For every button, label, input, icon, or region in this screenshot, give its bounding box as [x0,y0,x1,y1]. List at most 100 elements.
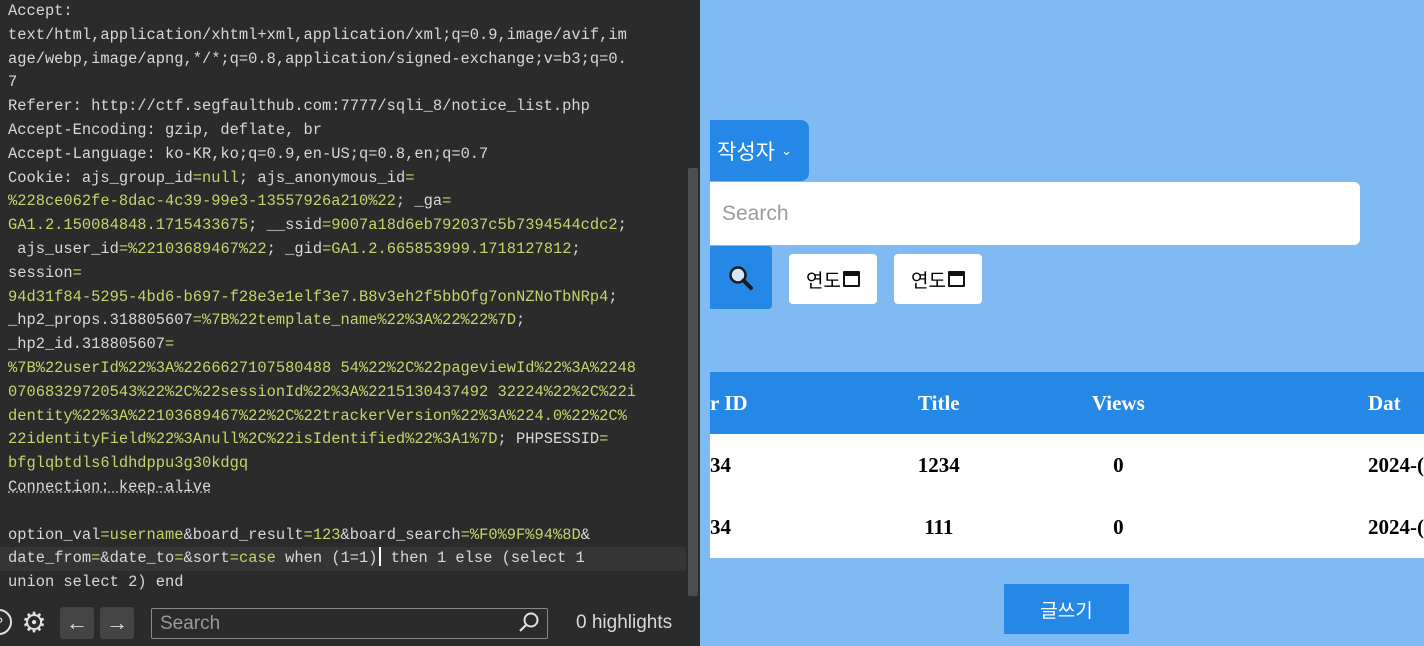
request-token: =username [100,525,184,544]
request-token: = [165,335,175,354]
request-line: _hp2_props.318805607=%7B%22template_name… [8,309,686,333]
request-token: 22identityField%22%3Anull%2C%22isIdentif… [8,430,498,449]
request-token: =123 [303,525,341,544]
cell-author-id: 34 [710,514,731,539]
next-match-button[interactable]: → [100,607,134,639]
request-token: =%22103689467%22 [118,239,267,258]
request-token: bfglqbtdls6ldhdppu3g30kdgq [8,454,249,473]
request-token: & [340,525,350,544]
previous-match-button[interactable]: ← [60,607,94,639]
request-line: 07068329720543%22%2C%22sessionId%22%3A%2… [8,381,686,405]
cell-author-id: 34 [710,452,731,477]
cell-views: 0 [1113,514,1124,539]
request-token: 7 [8,73,18,92]
request-token: =GA1.2.665853999.1718127812 [322,239,572,258]
cell-title[interactable]: 1234 [858,434,1020,496]
request-line: text/html,application/xhtml+xml,applicat… [8,24,686,48]
raw-request-editor[interactable]: Accept: text/html,application/xhtml+xml,a… [0,0,686,600]
author-select-label: 작성자 [717,140,775,164]
request-token: = [442,192,452,211]
table-header-row: r ID Title Views Dat [710,372,1424,434]
request-token: _ga [414,192,443,211]
date-to-input[interactable]: 연도 [894,254,982,304]
column-header-title[interactable]: Title [858,372,1020,434]
board-search-input[interactable] [710,182,1360,245]
request-line: ajs_user_id=%22103689467%22; _gid=GA1.2.… [8,238,686,262]
write-post-button[interactable]: 글쓰기 [1004,584,1129,634]
request-token: =%F0%9F%94%8D [460,525,581,544]
request-token: date_to [109,549,175,568]
column-header-views[interactable]: Views [1020,372,1217,434]
request-token: text/html,application/xhtml+xml,applicat… [8,25,627,44]
request-token: option_val [8,525,101,544]
request-token: _gid [285,239,323,258]
date-from-input[interactable]: 연도 [789,254,877,304]
author-select[interactable]: 작성자 ⌄ [710,120,809,181]
request-token: ; [238,168,258,187]
request-token: & [183,549,193,568]
request-token: board_result [192,525,304,544]
request-line: bfglqbtdls6ldhdppu3g30kdgq [8,452,686,476]
board-search-button[interactable] [710,246,772,309]
board-page: 작성자 ⌄ 연도 연도 r ID Title Views Dat 34 1234 [710,0,1424,646]
request-token: GA1.2.150084848.1715433675 [8,216,249,235]
cell-views: 0 [1113,452,1124,477]
request-line: 7 [8,71,686,95]
column-header-date[interactable]: Dat [1217,372,1424,434]
request-line: Accept-Encoding: gzip, deflate, br [8,119,686,143]
table-row[interactable]: 34 111 0 2024-( [710,496,1424,558]
request-token: gzip, deflate, br [165,120,323,139]
request-line: 22identityField%22%3Anull%2C%22isIdentif… [8,428,686,452]
pane-divider[interactable] [700,0,710,646]
request-line: Referer: http://ctf.segfaulthub.com:7777… [8,95,686,119]
request-token: Accept: [8,2,73,20]
cell-date: 2024-( [1367,452,1424,477]
request-line [8,500,686,524]
table-row[interactable]: 34 1234 0 2024-( [710,434,1424,496]
search-icon[interactable] [517,611,541,635]
request-token: Referer: [8,97,92,116]
find-search-box [151,608,548,639]
request-token: age/webp,image/apng,*/*;q=0.8,applicatio… [8,49,627,68]
request-token: ; [497,430,516,449]
request-line: dentity%22%3A%22103689467%22%2C%22tracke… [8,405,686,429]
find-bar: ? ⚙ ← → 0 highlights [0,600,700,646]
request-token: %228ce062fe-8dac-4c39-99e3-13557926a210%… [8,192,396,211]
request-token: sort [192,549,230,568]
request-token: = [72,263,82,282]
request-line: Accept: [8,0,686,24]
request-token: ; [617,216,627,235]
request-token: =9007a18d6eb792037c5b7394544cdc2 [322,216,618,235]
calendar-icon[interactable] [842,271,860,287]
find-search-input[interactable] [152,609,502,638]
request-line: date_from=&date_to=&sort=case when (1=1)… [0,547,686,572]
request-token: = [599,430,609,449]
request-token: _hp2_props.318805607 [8,311,193,330]
request-token: dentity%22%3A%22103689467%22%2C%22tracke… [8,406,627,425]
request-line: Accept-Language: ko-KR,ko;q=0.9,en-US;q=… [8,143,686,167]
request-token: ajs_anonymous_id [257,168,406,187]
request-token: = [91,549,101,568]
request-token: Accept-Encoding: [8,120,166,139]
request-token: board_search [349,525,461,544]
help-icon[interactable]: ? [0,609,12,635]
cell-title[interactable]: 111 [858,496,1020,558]
gear-icon[interactable]: ⚙ [18,608,50,638]
request-token: & [580,525,590,544]
column-header-author-id[interactable]: r ID [710,372,858,434]
request-token: 94d31f84-5295-4bd6-b697-f28e3e1elf3e7.B8… [8,287,609,306]
request-token: =null [192,168,239,187]
calendar-icon[interactable] [947,271,965,287]
date-to-label: 연도 [911,270,946,292]
request-token: union select 2) end [8,573,184,592]
date-from-label: 연도 [806,270,841,292]
request-token: ajs_user_id [8,239,119,258]
request-line: Cookie: ajs_group_id=null; ajs_anonymous… [8,167,686,191]
request-token: then 1 else (select 1 [381,549,585,568]
editor-scrollbar-thumb[interactable] [688,168,698,596]
request-line: %228ce062fe-8dac-4c39-99e3-13557926a210%… [8,190,686,214]
request-line: age/webp,image/apng,*/*;q=0.8,applicatio… [8,48,686,72]
request-token: session [8,263,73,282]
board-table: r ID Title Views Dat 34 1234 0 2024-( 34… [710,372,1424,558]
request-token: when (1=1) [275,549,378,568]
